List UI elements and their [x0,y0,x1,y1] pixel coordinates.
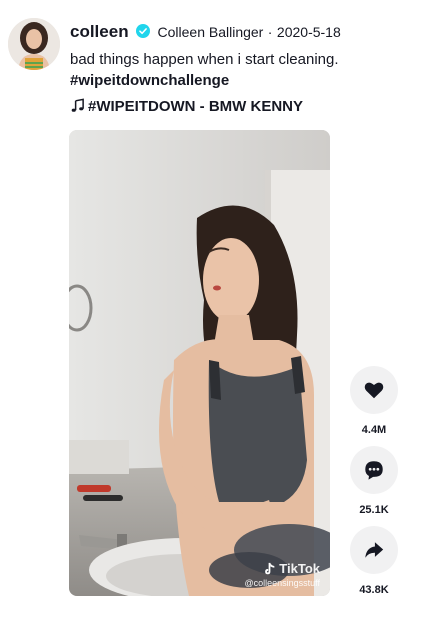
comment-count: 25.1K [359,504,389,516]
share-count: 43.8K [359,584,389,596]
watermark-username: @colleensingsstuff [244,578,320,588]
like-count: 4.4M [361,424,387,436]
music-note-icon [71,98,84,112]
watermark-brand: TikTok [279,561,320,576]
hashtag-link[interactable]: #wipeitdownchallenge [70,71,229,91]
video-player[interactable]: TikTok @colleensingsstuff [69,130,330,596]
music-link[interactable]: #WIPEITDOWN - BMW KENNY [70,97,303,117]
separator: · [267,24,273,40]
like-button[interactable] [350,366,398,414]
nickname[interactable]: Colleen Ballinger [158,24,264,40]
comment-icon [365,461,383,480]
heart-icon [364,382,384,399]
avatar-image [8,18,60,70]
post-date: 2020-5-18 [276,24,341,40]
video-watermark: TikTok @colleensingsstuff [244,561,320,588]
video-frame [69,130,330,596]
share-arrow-icon [365,542,384,558]
music-title: #WIPEITDOWN - BMW KENNY [88,98,303,115]
comment-button[interactable] [350,446,398,494]
post-header: colleen Colleen Ballinger · 2020-5-18 [70,22,412,42]
comment-action: 25.1K [350,446,398,516]
username[interactable]: colleen [70,22,129,41]
verified-badge-icon [136,24,151,38]
avatar[interactable] [8,18,60,70]
share-button[interactable] [350,526,398,574]
like-action: 4.4M [350,366,398,436]
share-action: 43.8K [350,526,398,596]
tiktok-logo-icon [265,562,275,574]
post-description: bad things happen when i start cleaning. [70,51,339,68]
